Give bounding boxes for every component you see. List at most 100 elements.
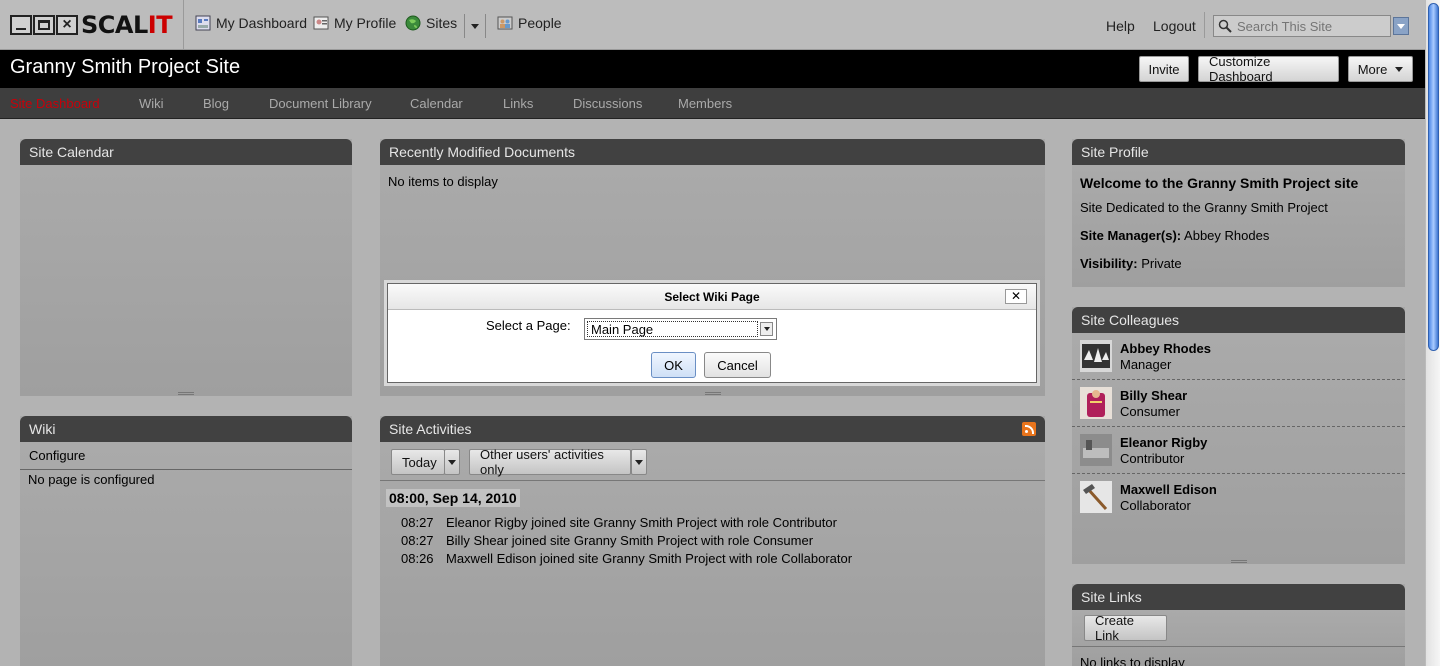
invite-button[interactable]: Invite	[1139, 56, 1189, 82]
scrollbar-thumb[interactable]	[1428, 3, 1439, 351]
profile-welcome: Welcome to the Granny Smith Project site	[1080, 175, 1359, 191]
profile-description: Site Dedicated to the Granny Smith Proje…	[1080, 200, 1328, 215]
dashboard-icon	[195, 15, 211, 31]
logo-wordmark: SCALIT	[81, 11, 173, 39]
tab-discussions[interactable]: Discussions	[573, 96, 642, 111]
tab-links[interactable]: Links	[503, 96, 533, 111]
site-navigation: Site Dashboard Wiki Blog Document Librar…	[0, 88, 1425, 119]
avatar[interactable]	[1080, 434, 1112, 466]
colleague-name-link[interactable]: Eleanor Rigby	[1120, 435, 1207, 450]
search-icon	[1218, 19, 1232, 33]
activity-filter-bar: Today Other users' activities only	[380, 442, 1045, 481]
manager-name-link[interactable]: Abbey Rhodes	[1184, 228, 1269, 243]
page-select[interactable]: Main Page	[584, 318, 777, 340]
maximize-glyph-icon	[33, 15, 55, 35]
activity-date-heading: 08:00, Sep 14, 2010	[386, 489, 520, 507]
avatar[interactable]	[1080, 340, 1112, 372]
list-item: 08:26 Maxwell Edison joined site Granny S…	[401, 551, 852, 569]
wiki-dashlet: Wiki Configure No page is configured	[20, 416, 352, 666]
search-input[interactable]	[1237, 18, 1387, 34]
tab-document-library[interactable]: Document Library	[269, 96, 372, 111]
time-filter-dropdown[interactable]	[444, 449, 460, 475]
button-label: More	[1357, 61, 1388, 77]
profile-icon	[313, 16, 329, 30]
tab-blog[interactable]: Blog	[203, 96, 229, 111]
cancel-button[interactable]: Cancel	[704, 352, 771, 378]
create-link-button[interactable]: Create Link	[1084, 613, 1167, 643]
tab-calendar[interactable]: Calendar	[410, 96, 463, 111]
nav-label: My Profile	[334, 15, 397, 31]
sites-dropdown-button[interactable]	[464, 14, 486, 38]
configure-link[interactable]: Configure	[20, 442, 352, 470]
customize-dashboard-button[interactable]: Customize Dashboard	[1198, 54, 1339, 84]
list-item: Maxwell Edison Collaborator	[1072, 474, 1405, 521]
search-scope-dropdown[interactable]	[1393, 17, 1409, 35]
button-label: Today	[402, 454, 437, 470]
colleague-name-link[interactable]: Abbey Rhodes	[1120, 341, 1211, 356]
dashlet-body: Abbey Rhodes Manager Billy Shear Consume…	[1072, 333, 1405, 564]
divider	[1204, 12, 1205, 38]
tab-wiki[interactable]: Wiki	[139, 96, 164, 111]
nav-people[interactable]: People	[497, 15, 562, 31]
field-label: Visibility:	[1080, 256, 1138, 271]
avatar[interactable]	[1080, 387, 1112, 419]
time-filter-button[interactable]: Today	[391, 449, 445, 475]
activity-text[interactable]: Maxwell Edison joined site Granny Smith …	[446, 551, 852, 566]
empty-message: No page is configured	[28, 472, 155, 487]
dialog-title: Select Wiki Page	[388, 284, 1036, 310]
list-item: Eleanor Rigby Contributor	[1072, 427, 1405, 474]
activity-list: 08:27 Eleanor Rigby joined site Granny Sm…	[401, 515, 852, 569]
user-filter-button[interactable]: Other users' activities only	[469, 447, 631, 477]
colleague-name-link[interactable]: Maxwell Edison	[1120, 482, 1217, 497]
minimize-glyph-icon	[10, 15, 32, 35]
dashlet-title: Recently Modified Documents	[380, 139, 1045, 165]
chevron-down-icon	[635, 459, 643, 465]
close-icon[interactable]: ✕	[1005, 289, 1027, 304]
tab-site-dashboard[interactable]: Site Dashboard	[10, 96, 100, 111]
avatar[interactable]	[1080, 481, 1112, 513]
page-scrollbar[interactable]	[1425, 0, 1440, 666]
dashlet-body: Configure No page is configured	[20, 442, 352, 666]
dashlet-title-text: Site Activities	[389, 421, 472, 437]
page-select-value: Main Page	[587, 321, 758, 337]
button-label: Customize Dashboard	[1209, 54, 1273, 84]
site-title-bar: Granny Smith Project Site Invite Customi…	[0, 50, 1425, 88]
dashlet-title: Wiki	[20, 416, 352, 442]
ok-button[interactable]: OK	[651, 352, 696, 378]
button-label: Other users' activities only	[480, 447, 604, 477]
app-logo[interactable]: × SCALIT	[10, 11, 173, 39]
activity-text[interactable]: Eleanor Rigby joined site Granny Smith P…	[446, 515, 837, 530]
dashlet-title: Site Profile	[1072, 139, 1405, 165]
rss-feed-icon[interactable]	[1022, 422, 1036, 436]
logout-link[interactable]: Logout	[1153, 18, 1196, 34]
dashlet-body	[20, 165, 352, 396]
tab-members[interactable]: Members	[678, 96, 732, 111]
profile-managers: Site Manager(s): Abbey Rhodes	[1080, 228, 1397, 243]
nav-label: Sites	[426, 15, 458, 31]
button-label: OK	[664, 357, 683, 373]
resize-handle[interactable]	[1230, 560, 1247, 563]
list-item: Abbey Rhodes Manager	[1072, 333, 1405, 380]
dashboard-content: Site Calendar Wiki Configure No page is …	[0, 120, 1425, 666]
nav-my-profile[interactable]: My Profile	[313, 15, 396, 31]
resize-handle[interactable]	[178, 392, 194, 395]
user-filter-dropdown[interactable]	[631, 449, 647, 475]
site-activities-dashlet: Site Activities Today Other users' activ…	[380, 416, 1045, 666]
dashlet-body: Create Link No links to display	[1072, 610, 1405, 666]
button-label: Create Link	[1095, 613, 1135, 643]
colleague-role: Manager	[1120, 357, 1172, 372]
nav-my-dashboard[interactable]: My Dashboard	[195, 15, 307, 31]
activity-text[interactable]: Billy Shear joined site Granny Smith Pro…	[446, 533, 813, 548]
empty-message: No items to display	[388, 174, 498, 189]
links-toolbar: Create Link	[1072, 610, 1405, 647]
button-label: Cancel	[717, 357, 758, 373]
resize-handle[interactable]	[704, 392, 721, 395]
help-link[interactable]: Help	[1106, 18, 1135, 34]
profile-visibility: Visibility: Private	[1080, 256, 1397, 271]
more-menu-button[interactable]: More	[1348, 56, 1413, 82]
colleague-name-link[interactable]: Billy Shear	[1120, 388, 1187, 403]
nav-sites[interactable]: Sites	[405, 15, 457, 31]
colleague-role: Contributor	[1120, 451, 1185, 466]
colleague-role: Consumer	[1120, 404, 1180, 419]
site-search-box[interactable]	[1213, 15, 1391, 37]
